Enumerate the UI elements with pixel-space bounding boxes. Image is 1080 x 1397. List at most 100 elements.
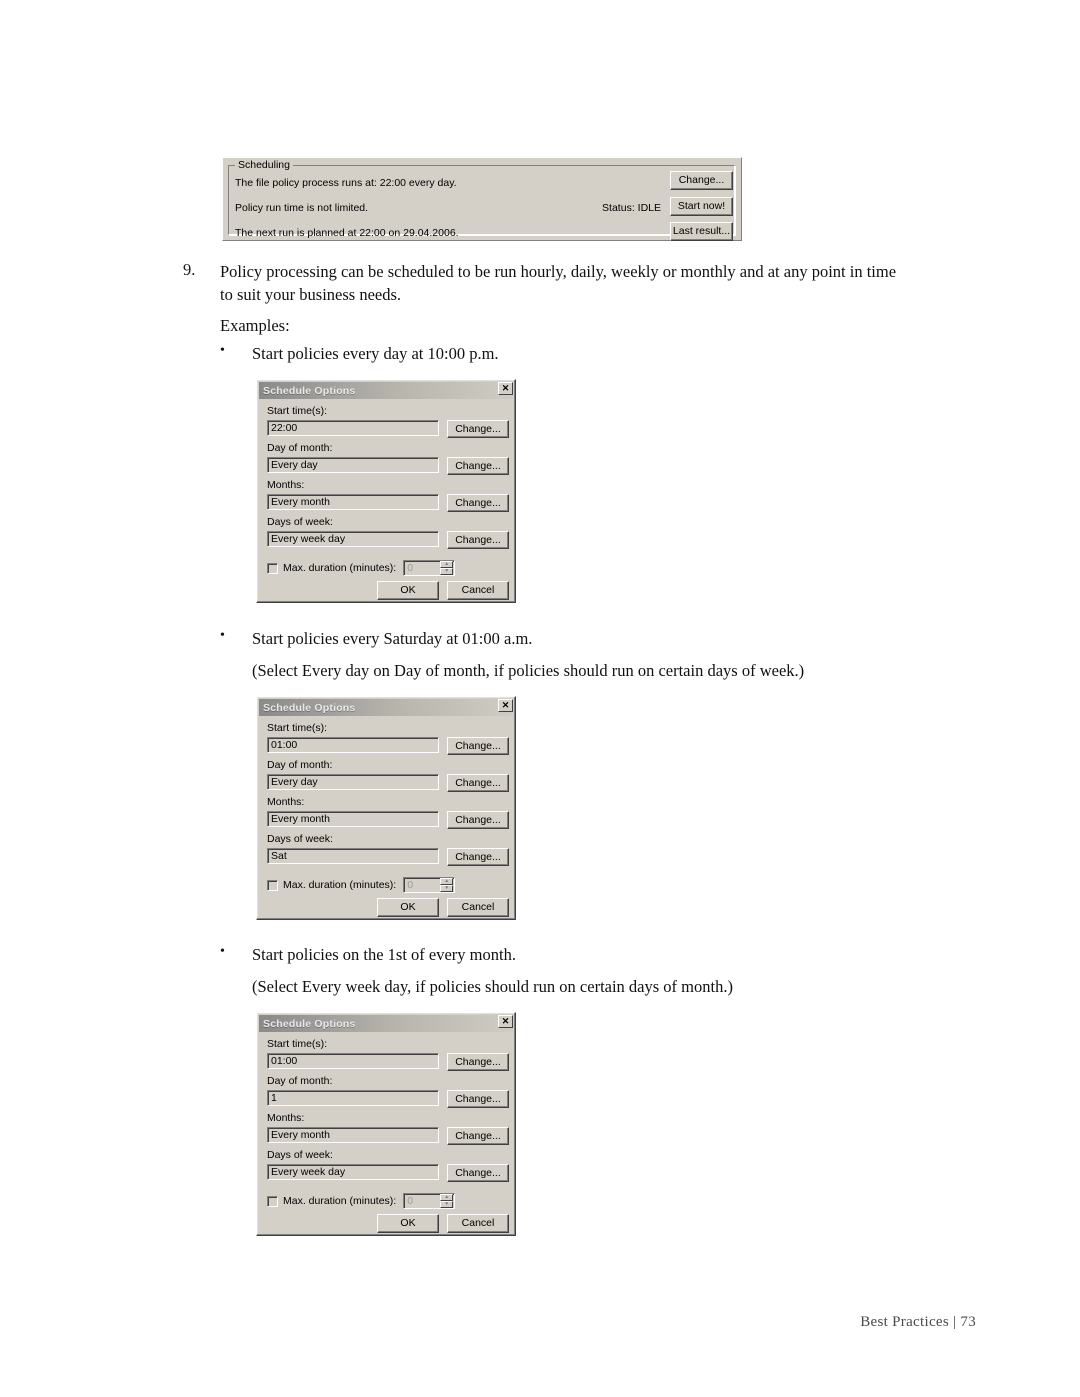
- close-icon[interactable]: ✕: [498, 699, 513, 712]
- scheduling-line-runtime-limit: Policy run time is not limited.: [235, 202, 369, 214]
- bullet-marker-3: •: [220, 944, 225, 959]
- months-field[interactable]: Every month: [267, 494, 439, 510]
- cancel-button[interactable]: Cancel: [447, 1214, 509, 1233]
- change-days-of-week-button[interactable]: Change...: [447, 531, 509, 549]
- scheduling-panel: Scheduling The file policy process runs …: [222, 157, 742, 241]
- max-duration-stepper[interactable]: 0 ▲ ▼: [403, 877, 456, 893]
- dialog-title-bar[interactable]: Schedule Options: [259, 1015, 513, 1032]
- note-text-3: (Select Every week day, if policies shou…: [252, 977, 733, 996]
- scheduling-groupbox-border: [228, 165, 736, 236]
- dialog-title-text: Schedule Options: [263, 1017, 356, 1030]
- change-start-time-button[interactable]: Change...: [447, 1053, 509, 1071]
- scheduling-status-label: Status: IDLE: [602, 202, 661, 214]
- day-of-month-field[interactable]: Every day: [267, 774, 439, 790]
- change-months-button[interactable]: Change...: [447, 494, 509, 512]
- max-duration-label: Max. duration (minutes):: [283, 562, 397, 574]
- stepper-arrows[interactable]: ▲ ▼: [440, 878, 454, 892]
- bullet-marker-1: •: [220, 343, 225, 358]
- page-footer: Best Practices | 73: [860, 1314, 976, 1330]
- days-of-week-label: Days of week:: [267, 1149, 333, 1161]
- max-duration-stepper[interactable]: 0 ▲ ▼: [403, 560, 456, 576]
- change-day-of-month-button[interactable]: Change...: [447, 457, 509, 475]
- change-months-button[interactable]: Change...: [447, 1127, 509, 1145]
- ok-button[interactable]: OK: [377, 1214, 439, 1233]
- scheduling-line-next-run: The next run is planned at 22:00 on 29.0…: [235, 227, 459, 239]
- change-days-of-week-button[interactable]: Change...: [447, 1164, 509, 1182]
- stepper-down-icon[interactable]: ▼: [440, 885, 454, 892]
- item-text-line-1: Policy processing can be scheduled to be…: [220, 262, 897, 281]
- change-day-of-month-button[interactable]: Change...: [447, 774, 509, 792]
- bullet-text-3: Start policies on the 1st of every month…: [252, 945, 516, 964]
- day-of-month-field[interactable]: 1: [267, 1090, 439, 1106]
- bullet-marker-2: •: [220, 628, 225, 643]
- scheduling-start-now-button[interactable]: Start now!: [670, 197, 733, 216]
- bullet-text-2: Start policies every Saturday at 01:00 a…: [252, 629, 533, 648]
- stepper-arrows[interactable]: ▲ ▼: [440, 1194, 454, 1208]
- stepper-up-icon[interactable]: ▲: [440, 878, 454, 885]
- max-duration-value: 0: [407, 562, 414, 574]
- cancel-button[interactable]: Cancel: [447, 898, 509, 917]
- ok-button[interactable]: OK: [377, 898, 439, 917]
- months-label: Months:: [267, 796, 305, 808]
- ok-button[interactable]: OK: [377, 581, 439, 600]
- dialog-title-bar[interactable]: Schedule Options: [259, 382, 513, 399]
- max-duration-label: Max. duration (minutes):: [283, 1195, 397, 1207]
- max-duration-value: 0: [407, 879, 414, 891]
- scheduling-change-button[interactable]: Change...: [670, 171, 733, 190]
- close-icon[interactable]: ✕: [498, 1015, 513, 1028]
- change-months-button[interactable]: Change...: [447, 811, 509, 829]
- change-start-time-button[interactable]: Change...: [447, 737, 509, 755]
- examples-label: Examples:: [220, 316, 290, 335]
- day-of-month-field[interactable]: Every day: [267, 457, 439, 473]
- days-of-week-field[interactable]: Sat: [267, 848, 439, 864]
- change-days-of-week-button[interactable]: Change...: [447, 848, 509, 866]
- day-of-month-label: Day of month:: [267, 759, 333, 771]
- months-label: Months:: [267, 1112, 305, 1124]
- max-duration-value: 0: [407, 1195, 414, 1207]
- months-field[interactable]: Every month: [267, 811, 439, 827]
- cancel-button[interactable]: Cancel: [447, 581, 509, 600]
- max-duration-row: Max. duration (minutes): 0 ▲ ▼: [267, 877, 456, 893]
- months-field[interactable]: Every month: [267, 1127, 439, 1143]
- dialog-title-text: Schedule Options: [263, 701, 356, 714]
- stepper-arrows[interactable]: ▲ ▼: [440, 561, 454, 575]
- schedule-options-dialog-2: Schedule Options ✕ Start time(s): 01:00 …: [256, 696, 516, 920]
- max-duration-checkbox[interactable]: [267, 879, 278, 891]
- bullet-text-1: Start policies every day at 10:00 p.m.: [252, 344, 499, 363]
- dialog-title-bar[interactable]: Schedule Options: [259, 699, 513, 716]
- days-of-week-label: Days of week:: [267, 833, 333, 845]
- start-time-label: Start time(s):: [267, 405, 328, 417]
- start-time-label: Start time(s):: [267, 1038, 328, 1050]
- stepper-up-icon[interactable]: ▲: [440, 561, 454, 568]
- close-icon[interactable]: ✕: [498, 382, 513, 395]
- dialog-title-text: Schedule Options: [263, 384, 356, 397]
- days-of-week-field[interactable]: Every week day: [267, 1164, 439, 1180]
- start-time-field[interactable]: 22:00: [267, 420, 439, 436]
- schedule-options-dialog-3: Schedule Options ✕ Start time(s): 01:00 …: [256, 1012, 516, 1236]
- change-day-of-month-button[interactable]: Change...: [447, 1090, 509, 1108]
- schedule-options-dialog-1: Schedule Options ✕ Start time(s): 22:00 …: [256, 379, 516, 603]
- scheduling-last-result-button[interactable]: Last result...: [670, 222, 733, 241]
- day-of-month-label: Day of month:: [267, 442, 333, 454]
- change-start-time-button[interactable]: Change...: [447, 420, 509, 438]
- day-of-month-label: Day of month:: [267, 1075, 333, 1087]
- start-time-field[interactable]: 01:00: [267, 1053, 439, 1069]
- stepper-down-icon[interactable]: ▼: [440, 1201, 454, 1208]
- max-duration-label: Max. duration (minutes):: [283, 879, 397, 891]
- days-of-week-field[interactable]: Every week day: [267, 531, 439, 547]
- note-text-2: (Select Every day on Day of month, if po…: [252, 661, 805, 680]
- max-duration-row: Max. duration (minutes): 0 ▲ ▼: [267, 560, 456, 576]
- start-time-field[interactable]: 01:00: [267, 737, 439, 753]
- months-label: Months:: [267, 479, 305, 491]
- start-time-label: Start time(s):: [267, 722, 328, 734]
- scheduling-line-process-runs: The file policy process runs at: 22:00 e…: [235, 177, 457, 189]
- max-duration-row: Max. duration (minutes): 0 ▲ ▼: [267, 1193, 456, 1209]
- max-duration-checkbox[interactable]: [267, 562, 278, 574]
- stepper-up-icon[interactable]: ▲: [440, 1194, 454, 1201]
- max-duration-stepper[interactable]: 0 ▲ ▼: [403, 1193, 456, 1209]
- scheduling-legend: Scheduling: [235, 159, 293, 171]
- stepper-down-icon[interactable]: ▼: [440, 568, 454, 575]
- list-number: 9.: [183, 260, 196, 279]
- max-duration-checkbox[interactable]: [267, 1195, 278, 1207]
- days-of-week-label: Days of week:: [267, 516, 333, 528]
